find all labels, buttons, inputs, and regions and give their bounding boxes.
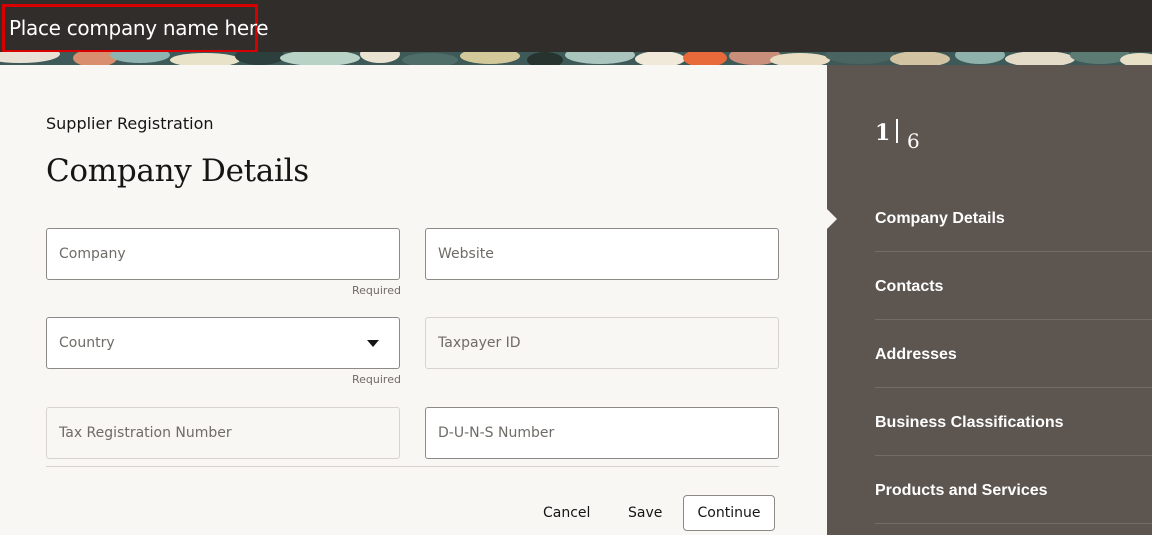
step-label: Contacts (875, 278, 944, 295)
country-select[interactable]: Country (46, 317, 400, 369)
top-bar: Place company name here (0, 0, 1152, 53)
cancel-button[interactable]: Cancel (543, 505, 590, 521)
step-products-and-services[interactable]: Products and Services (875, 456, 1152, 524)
company-input[interactable]: Company (46, 228, 400, 280)
registration-form-panel: Supplier Registration Company Details Co… (0, 65, 827, 535)
country-placeholder: Country (59, 335, 115, 351)
step-business-classifications[interactable]: Business Classifications (875, 388, 1152, 456)
save-button[interactable]: Save (628, 505, 662, 521)
taxpayer-id-input[interactable]: Taxpayer ID (425, 317, 779, 369)
step-label: Addresses (875, 346, 957, 363)
page-title: Company Details (46, 153, 309, 189)
decorative-banner (0, 52, 1152, 65)
step-separator (896, 119, 898, 143)
form-eyebrow: Supplier Registration (46, 114, 214, 133)
total-steps-number: 6 (907, 129, 920, 153)
country-required-note: Required (352, 373, 401, 386)
company-required-note: Required (352, 284, 401, 297)
duns-number-placeholder: D-U-N-S Number (438, 425, 555, 441)
chevron-down-icon[interactable] (367, 340, 379, 347)
current-step-number: 1 (875, 120, 891, 146)
step-label: Company Details (875, 210, 1005, 227)
taxpayer-id-placeholder: Taxpayer ID (438, 335, 521, 351)
step-label: Products and Services (875, 482, 1048, 499)
step-company-details[interactable]: Company Details (875, 184, 1152, 252)
tax-registration-number-placeholder: Tax Registration Number (59, 425, 232, 441)
current-step-pointer (827, 209, 837, 229)
website-input[interactable]: Website (425, 228, 779, 280)
website-placeholder: Website (438, 246, 494, 262)
continue-button[interactable]: Continue (683, 495, 775, 531)
step-label: Business Classifications (875, 414, 1064, 431)
company-name: Place company name here (9, 16, 269, 40)
banner-pattern-image (0, 52, 1152, 65)
company-placeholder: Company (59, 246, 126, 262)
steps-panel: 1 6 Company Details Contacts Addresses B… (827, 65, 1152, 535)
step-addresses[interactable]: Addresses (875, 320, 1152, 388)
form-divider (46, 466, 779, 467)
duns-number-input[interactable]: D-U-N-S Number (425, 407, 779, 459)
tax-registration-number-input[interactable]: Tax Registration Number (46, 407, 400, 459)
step-contacts[interactable]: Contacts (875, 252, 1152, 320)
